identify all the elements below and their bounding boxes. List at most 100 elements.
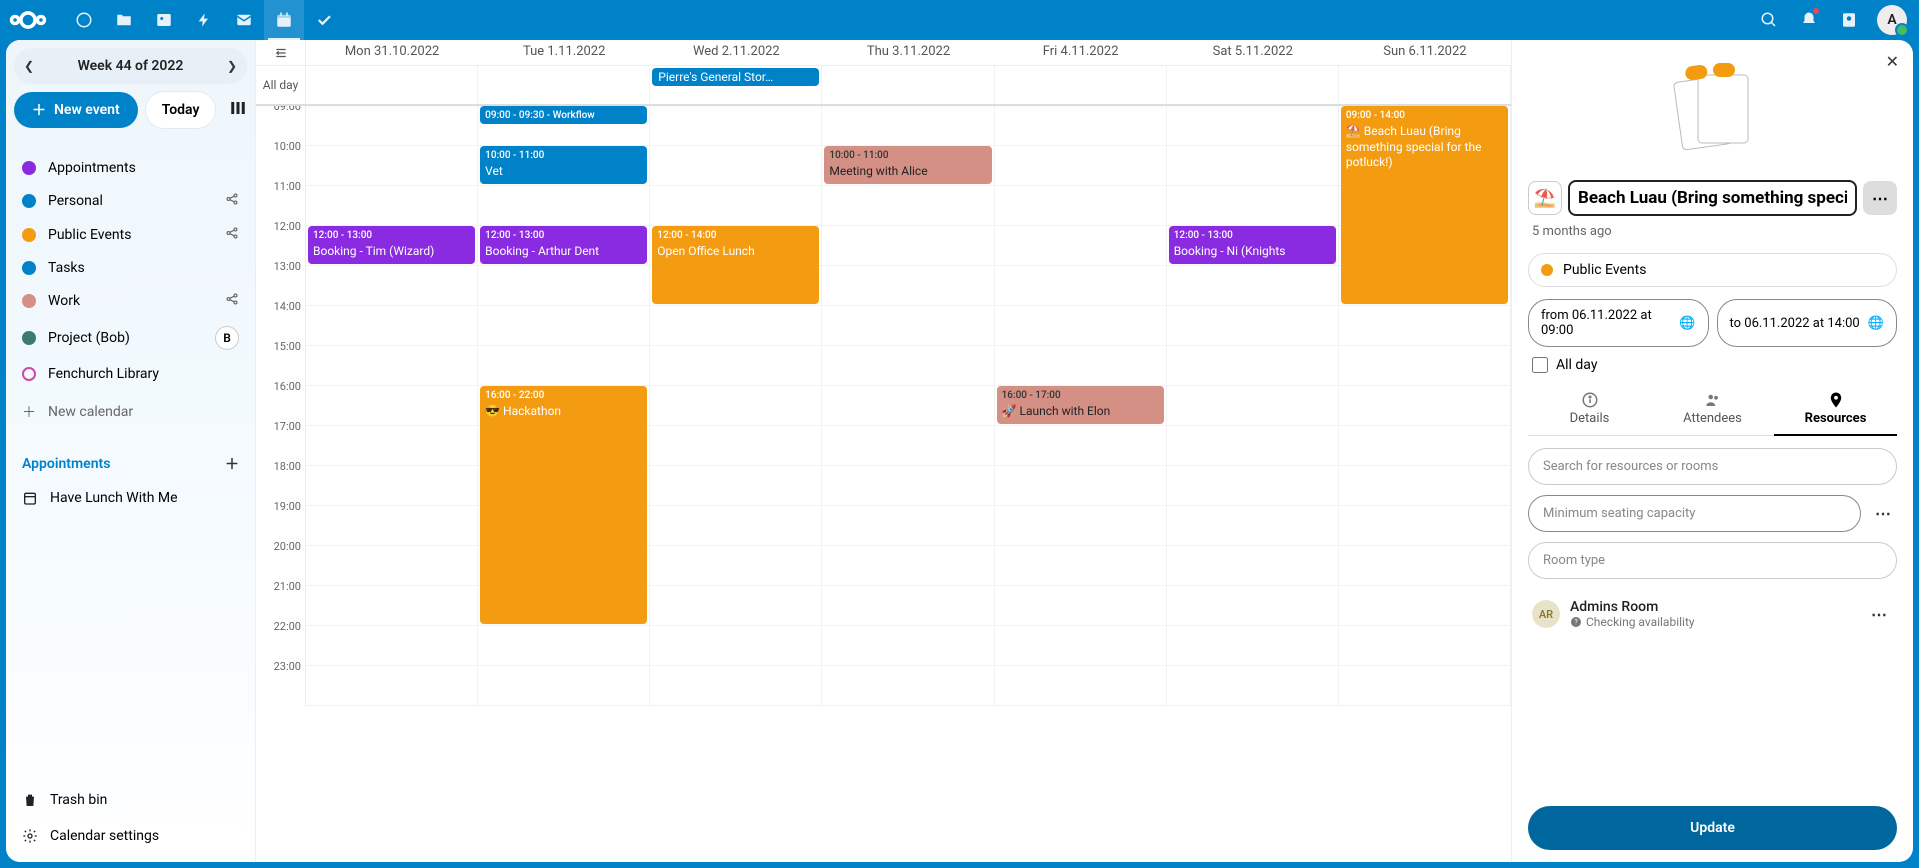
next-week-button[interactable]: ❯ xyxy=(227,59,237,73)
tasks-icon[interactable] xyxy=(304,0,344,40)
timezone-icon[interactable]: 🌐 xyxy=(1868,316,1884,331)
tab-details[interactable]: Details xyxy=(1528,383,1651,435)
calendar-event[interactable]: 12:00 - 13:00Booking - Arthur Dent xyxy=(480,226,647,264)
top-nav: A xyxy=(0,0,1919,40)
day-column[interactable]: 12:00 - 13:00Booking - Tim (Wizard) xyxy=(306,106,478,706)
mail-icon[interactable] xyxy=(224,0,264,40)
day-column[interactable]: 12:00 - 13:00Booking - Ni (Knights xyxy=(1167,106,1339,706)
week-navigator: ❮ Week 44 of 2022 ❯ xyxy=(14,48,247,84)
calendar-event[interactable]: 09:00 - 09:30 - Workflow xyxy=(480,106,647,124)
today-button[interactable]: Today xyxy=(146,92,216,128)
event-more-button[interactable]: ⋯ xyxy=(1863,181,1897,215)
calendar-event[interactable]: 12:00 - 13:00Booking - Ni (Knights xyxy=(1169,226,1336,264)
room-type-input[interactable]: Room type xyxy=(1528,542,1897,579)
time-label: 14:00 xyxy=(256,300,305,340)
tab-attendees[interactable]: Attendees xyxy=(1651,383,1774,435)
allday-event[interactable]: Pierre's General Stor… xyxy=(652,68,819,86)
nextcloud-logo[interactable] xyxy=(8,0,48,40)
event-editor-panel: ✕ ⛱️ ⋯ 5 months ago Public Events from 0… xyxy=(1511,40,1913,862)
day-column[interactable]: 09:00 - 09:30 - Workflow 10:00 - 11:00Vet… xyxy=(478,106,650,706)
event-title: Booking - Ni (Knights xyxy=(1174,244,1331,260)
time-label: 10:00 xyxy=(256,140,305,180)
new-event-label: New event xyxy=(54,102,120,118)
update-button[interactable]: Update xyxy=(1528,806,1897,850)
calendar-event[interactable]: 10:00 - 11:00Meeting with Alice xyxy=(824,146,991,184)
calendar-event[interactable]: 16:00 - 17:00🚀 Launch with Elon xyxy=(997,386,1164,424)
calendar-item[interactable]: Work xyxy=(14,284,247,318)
time-label: 21:00 xyxy=(256,580,305,620)
prev-week-button[interactable]: ❮ xyxy=(24,59,34,73)
contacts-icon[interactable] xyxy=(1829,0,1869,40)
appointment-label: Have Lunch With Me xyxy=(50,490,178,506)
calendar-event[interactable]: 12:00 - 13:00Booking - Tim (Wizard) xyxy=(308,226,475,264)
event-title: 😎 Hackathon xyxy=(485,404,642,420)
resource-more-button[interactable]: ⋯ xyxy=(1865,605,1893,624)
new-event-button[interactable]: ＋ New event xyxy=(14,92,138,128)
event-time: 10:00 - 11:00 xyxy=(829,149,986,162)
allday-cell[interactable] xyxy=(822,66,994,104)
day-column[interactable]: 12:00 - 14:00Open Office Lunch xyxy=(650,106,822,706)
day-header: Tue 1.11.2022 xyxy=(478,40,650,65)
allday-cell[interactable] xyxy=(995,66,1167,104)
add-appointment-button[interactable]: ＋ xyxy=(225,454,239,474)
time-label: 09:00 xyxy=(256,106,305,140)
photos-icon[interactable] xyxy=(144,0,184,40)
calendar-item[interactable]: Fenchurch Library xyxy=(14,358,247,390)
event-time: 12:00 - 14:00 xyxy=(657,229,814,242)
calendar-grid: Mon 31.10.2022Tue 1.11.2022Wed 2.11.2022… xyxy=(256,40,1511,862)
allday-cell[interactable] xyxy=(306,66,478,104)
dashboard-icon[interactable] xyxy=(64,0,104,40)
event-time: 09:00 - 09:30 - Workflow xyxy=(485,109,642,122)
trash-bin-button[interactable]: Trash bin xyxy=(14,782,247,818)
calendar-name: Public Events xyxy=(48,227,131,243)
tab-resources[interactable]: Resources xyxy=(1774,383,1897,436)
calendar-event[interactable]: 12:00 - 14:00Open Office Lunch xyxy=(652,226,819,304)
to-value: to 06.11.2022 at 14:00 xyxy=(1730,316,1860,331)
calendar-item[interactable]: Appointments xyxy=(14,152,247,184)
resource-search-input[interactable]: Search for resources or rooms xyxy=(1528,448,1897,485)
allday-checkbox-row[interactable]: All day xyxy=(1528,357,1897,373)
day-column[interactable]: 10:00 - 11:00Meeting with Alice xyxy=(822,106,994,706)
event-title-input[interactable] xyxy=(1568,180,1857,216)
capacity-more-button[interactable]: ⋯ xyxy=(1869,504,1897,523)
calendar-item[interactable]: Project (Bob)B xyxy=(14,318,247,358)
calendar-color-dot xyxy=(22,261,36,275)
timezone-icon[interactable]: 🌐 xyxy=(1679,316,1695,331)
info-icon xyxy=(1581,391,1599,409)
event-from-input[interactable]: from 06.11.2022 at 09:00 🌐 xyxy=(1528,299,1709,347)
new-calendar-button[interactable]: ＋ New calendar xyxy=(14,394,247,430)
calendar-item[interactable]: Public Events xyxy=(14,218,247,252)
resource-status-text: Checking availability xyxy=(1586,615,1695,629)
calendar-event[interactable]: 16:00 - 22:00😎 Hackathon xyxy=(480,386,647,624)
activity-icon[interactable] xyxy=(184,0,224,40)
files-icon[interactable] xyxy=(104,0,144,40)
appointment-item[interactable]: Have Lunch With Me xyxy=(14,482,247,514)
allday-cell[interactable] xyxy=(1167,66,1339,104)
view-toggle-icon[interactable] xyxy=(229,99,247,121)
day-column[interactable]: 16:00 - 17:00🚀 Launch with Elon xyxy=(995,106,1167,706)
calendar-name: Fenchurch Library xyxy=(48,366,159,382)
day-column[interactable]: 09:00 - 14:00⛱️ Beach Luau (Bring someth… xyxy=(1339,106,1511,706)
event-calendar-picker[interactable]: Public Events xyxy=(1528,253,1897,287)
allday-cell[interactable]: Pierre's General Stor… xyxy=(650,66,822,104)
event-emoji-picker[interactable]: ⛱️ xyxy=(1528,181,1562,215)
calendar-settings-button[interactable]: Calendar settings xyxy=(14,818,247,854)
calendar-event[interactable]: 09:00 - 14:00⛱️ Beach Luau (Bring someth… xyxy=(1341,106,1508,304)
calendar-icon[interactable] xyxy=(264,0,304,40)
event-calendar-name: Public Events xyxy=(1563,262,1646,278)
allday-checkbox[interactable] xyxy=(1532,357,1548,373)
calendar-item[interactable]: Personal xyxy=(14,184,247,218)
user-avatar[interactable]: A xyxy=(1877,5,1907,35)
capacity-input[interactable]: Minimum seating capacity xyxy=(1528,495,1861,532)
event-to-input[interactable]: to 06.11.2022 at 14:00 🌐 xyxy=(1717,299,1898,347)
allday-cell[interactable] xyxy=(1339,66,1511,104)
collapse-sidebar-icon[interactable] xyxy=(256,40,306,65)
day-header: Mon 31.10.2022 xyxy=(306,40,478,65)
search-icon[interactable] xyxy=(1749,0,1789,40)
calendar-body[interactable]: 09:0010:0011:0012:0013:0014:0015:0016:00… xyxy=(256,106,1511,862)
calendar-event[interactable]: 10:00 - 11:00Vet xyxy=(480,146,647,184)
allday-cell[interactable] xyxy=(478,66,650,104)
time-label: 15:00 xyxy=(256,340,305,380)
notifications-icon[interactable] xyxy=(1789,0,1829,40)
calendar-item[interactable]: Tasks xyxy=(14,252,247,284)
